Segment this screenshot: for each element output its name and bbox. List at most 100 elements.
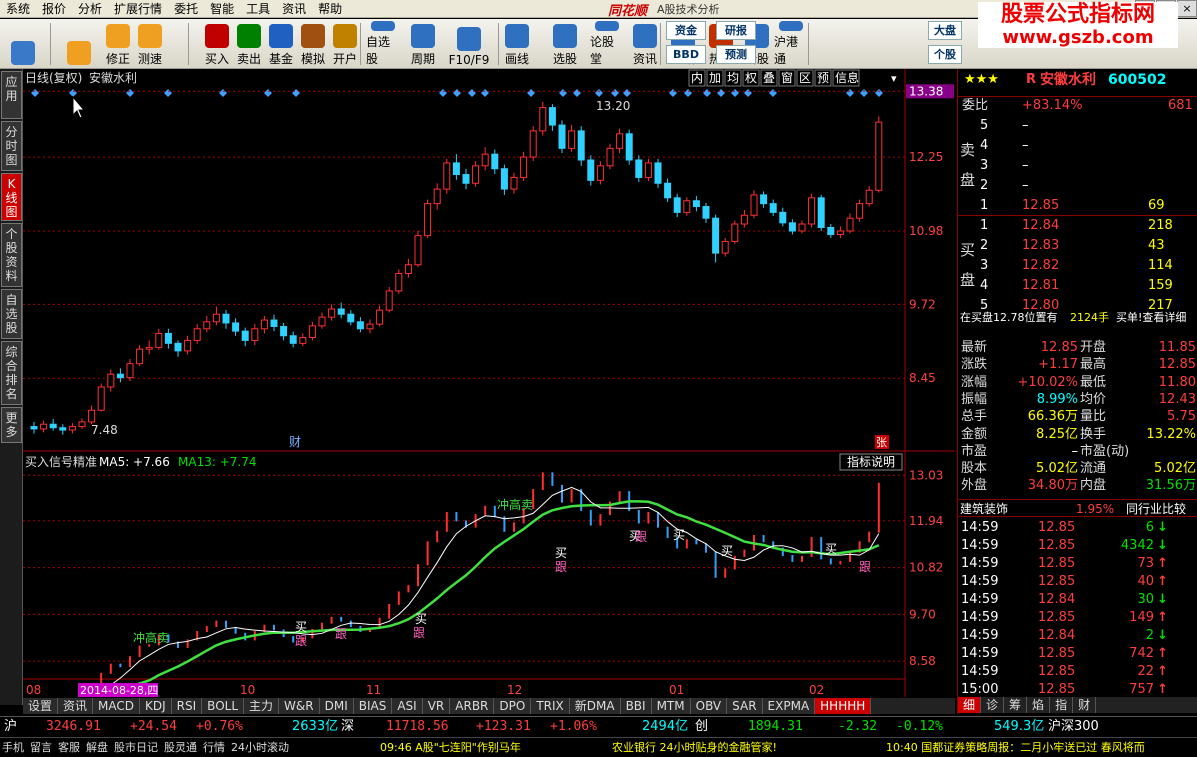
toolbar-sell-button[interactable]: 卖出 bbox=[232, 21, 266, 67]
toolbar-small-button[interactable]: 资金 bbox=[666, 21, 706, 40]
menu-help[interactable]: 帮助 bbox=[312, 0, 348, 18]
toolbar-clock-button[interactable]: 测速 bbox=[133, 21, 167, 67]
chart-top-button[interactable]: 叠 bbox=[763, 71, 775, 85]
indicator-tab-主力[interactable]: 主力 bbox=[244, 698, 280, 714]
toolbar-star-button[interactable]: 自选股 bbox=[366, 21, 400, 67]
industry-name[interactable]: 建筑装饰 bbox=[960, 500, 1008, 518]
right-tab[interactable]: 财 bbox=[1073, 697, 1097, 713]
tab-timeshare[interactable]: 分时图 bbox=[1, 121, 22, 171]
tab-apps[interactable]: 应用 bbox=[1, 71, 22, 119]
status-item[interactable]: 留言 bbox=[30, 741, 52, 754]
indicator-tab-asi[interactable]: ASI bbox=[392, 698, 423, 714]
status-item[interactable]: 手机 bbox=[2, 741, 24, 754]
right-tab[interactable]: 诊 bbox=[981, 697, 1005, 713]
indicator-tab-bias[interactable]: BIAS bbox=[353, 698, 393, 714]
chart-top-button[interactable]: 内 bbox=[691, 71, 703, 85]
toolbar-forum-button[interactable]: 论股堂 bbox=[590, 21, 624, 67]
news-ticker-3[interactable]: 10:40 国都证券策略周报：二月小牢送已过 春风将而 bbox=[886, 738, 1145, 757]
indicator-explain-button[interactable]: 指标说明 bbox=[847, 454, 895, 469]
toolbar-small-button[interactable]: BBD bbox=[666, 45, 706, 64]
chart-top-button[interactable]: 窗 bbox=[781, 71, 793, 85]
chart-top-button[interactable]: 均 bbox=[727, 71, 739, 85]
chart-menu-chevron-icon[interactable]: ▾ bbox=[891, 72, 897, 85]
toolbar-fund-button[interactable]: 基金 bbox=[264, 21, 298, 67]
menu-quote[interactable]: 报价 bbox=[36, 0, 72, 18]
chart-top-button[interactable]: 权 bbox=[745, 71, 757, 85]
menu-tools[interactable]: 工具 bbox=[240, 0, 276, 18]
right-tab[interactable]: 细 bbox=[958, 697, 982, 713]
indicator-tab-dpo[interactable]: DPO bbox=[494, 698, 532, 714]
indicator-tab-mtm[interactable]: MTM bbox=[651, 698, 691, 714]
indicator-tab-boll[interactable]: BOLL bbox=[202, 698, 245, 714]
status-item[interactable]: 行情 bbox=[203, 741, 225, 754]
hs300-label[interactable]: 沪深300 bbox=[1048, 717, 1099, 737]
industry-compare-button[interactable]: 同行业比较 bbox=[1126, 500, 1186, 518]
toolbar-news-button[interactable]: 资讯 bbox=[628, 21, 662, 67]
indicator-tab-设置[interactable]: 设置 bbox=[23, 698, 59, 714]
indicator-tab-trix[interactable]: TRIX bbox=[531, 698, 570, 714]
tab-watchlist[interactable]: 自选股 bbox=[1, 289, 22, 339]
toolbar-lock-button[interactable]: 开户 bbox=[328, 21, 362, 67]
menu-analysis[interactable]: 分析 bbox=[72, 0, 108, 18]
status-item[interactable]: 股市日记 bbox=[114, 741, 158, 754]
toolbar-buy-button[interactable]: 买入 bbox=[200, 21, 234, 67]
indicator-tab-obv[interactable]: OBV bbox=[690, 698, 728, 714]
toolbar-hammer-button[interactable]: 模拟 bbox=[296, 21, 330, 67]
signal-diamond-icon bbox=[292, 89, 300, 97]
tab-kline[interactable]: K线图 bbox=[1, 173, 22, 221]
indicator-tab-资讯[interactable]: 资讯 bbox=[58, 698, 94, 714]
news-ticker-2[interactable]: 农业银行 24小时贴身的金融管家! bbox=[612, 738, 777, 757]
right-tab[interactable]: 焰 bbox=[1027, 697, 1051, 713]
indicator-tab-新dma[interactable]: 新DMA bbox=[569, 698, 621, 714]
finance-marker[interactable]: 财 bbox=[289, 435, 301, 449]
limit-up-marker[interactable]: 张 bbox=[876, 436, 887, 449]
queue-detail-link[interactable]: 买单!查看详细 bbox=[1116, 309, 1186, 327]
tab-more[interactable]: 更多 bbox=[1, 407, 22, 443]
tab-stock-info[interactable]: 个股资料 bbox=[1, 223, 22, 287]
indicator-tab-hhhhh[interactable]: HHHHH bbox=[815, 698, 872, 714]
indicator-tab-vr[interactable]: VR bbox=[422, 698, 451, 714]
right-tab[interactable]: 指 bbox=[1050, 697, 1074, 713]
right-tab[interactable]: 筹 bbox=[1004, 697, 1028, 713]
status-item[interactable]: 24小时滚动 bbox=[231, 741, 289, 754]
chart-area[interactable]: 日线(复权) 安徽水利 内加均权叠窗区预信息 ▾ 13.38 12.25 10.98 9… bbox=[23, 69, 955, 705]
menu-smart[interactable]: 智能 bbox=[204, 0, 240, 18]
toolbar-grid-button[interactable] bbox=[6, 21, 40, 67]
toolbar-small-button[interactable]: 研报 bbox=[716, 21, 756, 40]
toolbar-small-button[interactable]: 预测 bbox=[716, 45, 756, 64]
indicator-tab-kdj[interactable]: KDJ bbox=[140, 698, 172, 714]
menu-order[interactable]: 委托 bbox=[168, 0, 204, 18]
toolbar-hk-connect-button[interactable]: 沪港通 bbox=[774, 21, 808, 67]
status-item[interactable]: 解盘 bbox=[86, 741, 108, 754]
chart-top-button[interactable]: 加 bbox=[709, 71, 721, 85]
indicator-tab-rsi[interactable]: RSI bbox=[171, 698, 203, 714]
toolbar-up-down-button[interactable]: 修正 bbox=[101, 21, 135, 67]
indicator-tab-dmi[interactable]: DMI bbox=[319, 698, 354, 714]
chart-top-button[interactable]: 区 bbox=[799, 71, 811, 85]
menu-system[interactable]: 系统 bbox=[0, 0, 36, 18]
toolbar-monitor-button[interactable]: 选股 bbox=[548, 21, 582, 67]
tab-ranking[interactable]: 综合排名 bbox=[1, 341, 22, 405]
toolbar-pen-button[interactable]: 画线 bbox=[500, 21, 534, 67]
toolbar-small-button[interactable]: 个股 bbox=[928, 45, 962, 64]
indicator-tab-w&r[interactable]: W&R bbox=[279, 698, 320, 714]
indicator-tab-sar[interactable]: SAR bbox=[727, 698, 763, 714]
toolbar-small-button[interactable]: 大盘 bbox=[928, 21, 962, 40]
news-ticker-1[interactable]: 09:46 A股"七连阳"作别马年 bbox=[380, 738, 521, 757]
status-item[interactable]: 股灵通 bbox=[164, 741, 197, 754]
indicator-tab-arbr[interactable]: ARBR bbox=[450, 698, 495, 714]
candle-body bbox=[481, 153, 489, 167]
status-item[interactable]: 客服 bbox=[58, 741, 80, 754]
kline-chart-svg[interactable]: 日线(复权) 安徽水利 内加均权叠窗区预信息 ▾ 13.38 12.25 10.98 9… bbox=[23, 69, 955, 705]
menu-ext-quote[interactable]: 扩展行情 bbox=[108, 0, 168, 18]
close-button[interactable]: × bbox=[1177, 0, 1197, 17]
menu-news[interactable]: 资讯 bbox=[276, 0, 312, 18]
indicator-tab-bbi[interactable]: BBI bbox=[620, 698, 652, 714]
indicator-tab-expma[interactable]: EXPMA bbox=[762, 698, 816, 714]
toolbar-f10-button[interactable]: F10/F9 bbox=[449, 21, 489, 67]
indicator-tab-macd[interactable]: MACD bbox=[93, 698, 141, 714]
chart-top-button[interactable]: 预 bbox=[817, 71, 829, 85]
chart-top-button[interactable]: 信息 bbox=[835, 70, 859, 85]
toolbar-clock-cycle-button[interactable]: 周期 bbox=[406, 21, 440, 67]
toolbar-back-arrow-button[interactable] bbox=[62, 21, 96, 67]
